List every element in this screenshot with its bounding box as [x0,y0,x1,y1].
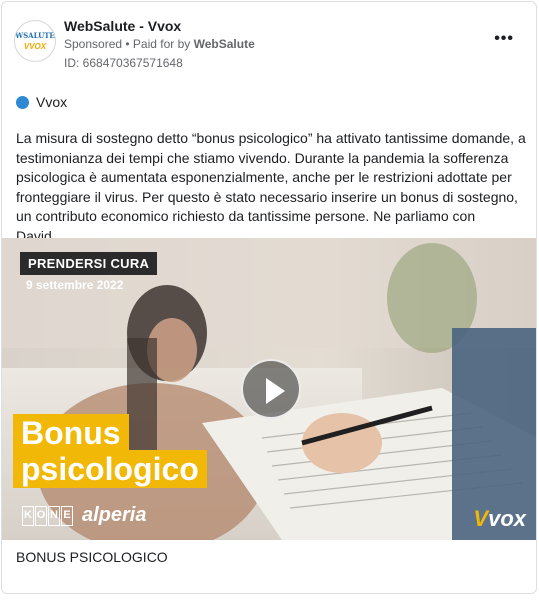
play-button-icon[interactable] [241,359,301,419]
video-headline-line2: psicologico [13,450,207,488]
page-name[interactable]: WebSalute - Vvox [64,18,181,34]
vvox-logo: Vvox [473,506,526,531]
video-date: 9 settembre 2022 [26,278,124,292]
ad-header: WSALUTE VVOX WebSalute - Vvox Sponsored … [2,2,536,82]
sponsor-line: Sponsored • Paid for by WebSalute [64,37,255,51]
avatar-logo-top: WSALUTE [15,30,55,40]
ad-body-text: La misura di sostegno detto “bonus psico… [16,130,526,244]
blue-dot-icon [16,95,29,109]
paid-for-prefix: • Paid for by [125,37,191,51]
platform-tag: Vvox [16,94,67,110]
page-avatar[interactable]: WSALUTE VVOX [14,20,56,62]
payer-name: WebSalute [193,37,255,51]
ad-card: WSALUTE VVOX WebSalute - Vvox Sponsored … [1,1,537,594]
alperia-logo: alperia [82,504,147,526]
more-options-icon[interactable]: ••• [494,30,514,48]
avatar-logo-bottom: VVOX [23,41,47,51]
ad-id: ID: 668470367571648 [64,56,183,70]
video-headline-line1: Bonus [13,414,129,452]
platform-label: Vvox [36,94,68,110]
ad-caption[interactable]: BONUS PSICOLOGICO [16,549,168,565]
ad-video[interactable]: PRENDERSI CURA 9 settembre 2022 Bonus ps… [2,238,536,540]
video-category-badge: PRENDERSI CURA [20,252,158,275]
kone-logo: K O N E [22,506,74,526]
sponsored-label: Sponsored [64,37,123,51]
